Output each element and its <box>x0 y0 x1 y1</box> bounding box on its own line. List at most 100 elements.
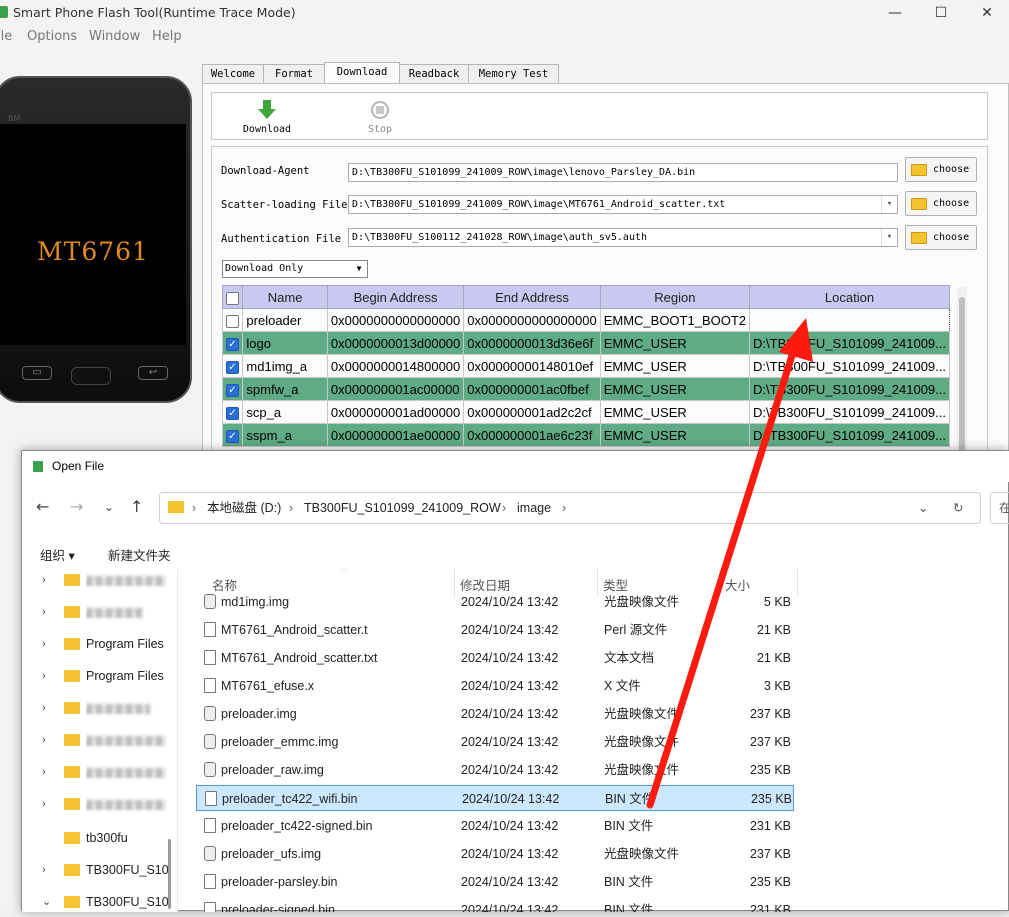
row-checkbox-checked[interactable]: ✓ <box>226 360 239 374</box>
sidebar-item[interactable]: › Program Files <box>22 629 178 659</box>
select-all-cell[interactable] <box>221 285 244 309</box>
sidebar-item[interactable]: › <box>22 565 178 595</box>
table-row[interactable]: ✓ sspm_a 0x000000001ae00000 0x000000001a… <box>221 423 950 447</box>
table-row[interactable]: ✓ md1img_a 0x0000000014800000 0x00000000… <box>221 354 950 378</box>
tab-memory-test[interactable]: Memory Test <box>468 64 559 84</box>
file-row[interactable]: md1img.img 2024/10/24 13:42 光盘映像文件 5 KB <box>196 589 794 615</box>
row-checkbox-cell[interactable]: ✓ <box>221 354 244 378</box>
row-checkbox-checked[interactable]: ✓ <box>226 337 239 351</box>
scatter-path[interactable]: D:\TB300FU_S101099_241009_ROW\image\MT67… <box>348 195 898 214</box>
sidebar-item[interactable]: › <box>22 725 178 755</box>
refresh-icon[interactable]: ↻ <box>953 493 963 523</box>
menu-window[interactable]: Window <box>89 29 140 44</box>
address-bar[interactable]: › 本地磁盘 (D:) › TB300FU_S101099_241009_ROW… <box>159 492 981 524</box>
table-row[interactable]: ✓ spmfw_a 0x000000001ac00000 0x000000001… <box>221 377 950 401</box>
chevron-right-icon[interactable]: › <box>42 597 46 627</box>
file-row[interactable]: preloader_tc422-signed.bin 2024/10/24 13:… <box>196 813 794 839</box>
forward-arrow-icon[interactable]: → <box>70 497 83 516</box>
download-agent-path[interactable]: D:\TB300FU_S101099_241009_ROW\image\leno… <box>348 163 898 182</box>
chevron-down-icon[interactable]: ▾ <box>881 196 897 213</box>
column-header-location[interactable]: Location <box>749 285 950 309</box>
chevron-right-icon[interactable]: › <box>42 661 46 691</box>
tab-format[interactable]: Format <box>263 64 325 84</box>
sidebar-item[interactable]: ⌄ TB300FU_S10 <box>22 887 178 917</box>
sidebar-item[interactable]: › <box>22 693 178 723</box>
choose-auth-button[interactable]: choose <box>905 225 977 250</box>
location[interactable]: D:\TB300FU_S101099_241009... <box>749 423 950 447</box>
row-checkbox-checked[interactable]: ✓ <box>226 429 239 443</box>
chevron-right-icon[interactable]: › <box>42 855 46 885</box>
auth-path[interactable]: D:\TB300FU_S100112_241028_ROW\image\auth… <box>348 228 898 247</box>
maximize-button[interactable]: ☐ <box>918 0 964 26</box>
sidebar-item[interactable]: › TB300FU_S10 <box>22 855 178 885</box>
file-row[interactable]: MT6761_Android_scatter.txt 2024/10/24 13:… <box>196 645 794 671</box>
menu-help[interactable]: Help <box>152 29 182 44</box>
breadcrumb-drive[interactable]: 本地磁盘 (D:) <box>207 493 281 523</box>
file-row[interactable]: preloader_raw.img 2024/10/24 13:42 光盘映像文件 2… <box>196 757 794 783</box>
row-checkbox-checked[interactable]: ✓ <box>226 406 239 420</box>
close-button[interactable]: ✕ <box>964 0 1009 26</box>
column-header-region[interactable]: Region <box>599 285 751 309</box>
new-folder-button[interactable]: 新建文件夹 <box>108 545 171 564</box>
search-input[interactable]: 在 <box>990 492 1009 524</box>
chevron-right-icon[interactable]: › <box>42 565 46 595</box>
chevron-right-icon[interactable]: › <box>42 693 46 723</box>
table-row[interactable]: ✓ logo 0x0000000013d00000 0x0000000013d3… <box>221 331 950 355</box>
file-row[interactable]: preloader.img 2024/10/24 13:42 光盘映像文件 237 K… <box>196 701 794 727</box>
back-arrow-icon[interactable]: ← <box>36 497 49 516</box>
row-checkbox-cell[interactable] <box>221 308 244 332</box>
chevron-down-icon[interactable]: ⌄ <box>918 493 928 523</box>
breadcrumb-folder[interactable]: TB300FU_S101099_241009_ROW <box>304 493 501 523</box>
file-row[interactable]: preloader_emmc.img 2024/10/24 13:42 光盘映像文件… <box>196 729 794 755</box>
menu-file[interactable]: ile <box>0 29 12 44</box>
row-checkbox-cell[interactable]: ✓ <box>221 423 244 447</box>
menu-options[interactable]: Options <box>27 29 77 44</box>
sidebar-item[interactable]: › <box>22 789 178 819</box>
row-checkbox-checked[interactable]: ✓ <box>226 383 239 397</box>
file-row[interactable]: preloader_ufs.img 2024/10/24 13:42 光盘映像文件 2… <box>196 841 794 867</box>
download-mode-select[interactable]: Download Only ▼ <box>222 260 368 278</box>
location[interactable]: D:\TB300FU_S101099_241009... <box>749 331 950 355</box>
chevron-down-icon[interactable]: ▾ <box>881 229 897 246</box>
tab-download[interactable]: Download <box>324 62 400 84</box>
tab-welcome[interactable]: Welcome <box>202 64 264 84</box>
location[interactable] <box>749 308 950 332</box>
file-row[interactable]: preloader-signed.bin 2024/10/24 13:42 BIN … <box>196 897 794 912</box>
location[interactable]: D:\TB300FU_S101099_241009... <box>749 377 950 401</box>
chevron-right-icon[interactable]: › <box>42 725 46 755</box>
row-checkbox-cell[interactable]: ✓ <box>221 331 244 355</box>
file-row-selected[interactable]: preloader_tc422_wifi.bin 2024/10/24 13:42… <box>196 785 794 811</box>
row-checkbox[interactable] <box>226 314 239 328</box>
row-checkbox-cell[interactable]: ✓ <box>221 400 244 424</box>
stop-button[interactable]: Stop <box>360 99 400 135</box>
chevron-down-icon[interactable]: ⌄ <box>104 500 114 514</box>
file-row[interactable]: preloader-parsley.bin 2024/10/24 13:42 BIN… <box>196 869 794 895</box>
column-header-end[interactable]: End Address <box>463 285 601 309</box>
sidebar-item[interactable]: › <box>22 757 178 787</box>
chevron-right-icon[interactable]: › <box>42 629 46 659</box>
file-row[interactable]: MT6761_efuse.x 2024/10/24 13:42 X 文件 3 KB <box>196 673 794 699</box>
column-header-name[interactable]: Name <box>242 285 328 309</box>
file-row[interactable]: MT6761_Android_scatter.t 2024/10/24 13:42… <box>196 617 794 643</box>
row-checkbox-cell[interactable]: ✓ <box>221 377 244 401</box>
sidebar-scrollbar[interactable] <box>168 839 171 909</box>
sidebar-item[interactable]: › Program Files <box>22 661 178 691</box>
chevron-right-icon[interactable]: › <box>42 757 46 787</box>
sidebar-item[interactable]: › <box>22 597 178 627</box>
chevron-right-icon[interactable]: › <box>42 789 46 819</box>
up-arrow-icon[interactable]: ↑ <box>130 497 143 516</box>
choose-scatter-button[interactable]: choose <box>905 191 977 216</box>
minimize-button[interactable]: — <box>872 0 918 26</box>
tab-readback[interactable]: Readback <box>399 64 469 84</box>
select-all-checkbox[interactable] <box>226 291 240 305</box>
sidebar-item[interactable]: tb300fu <box>22 823 178 853</box>
chevron-down-icon[interactable]: ⌄ <box>42 887 51 917</box>
column-divider[interactable] <box>797 569 798 597</box>
scrollbar-thumb[interactable] <box>959 297 965 457</box>
organize-button[interactable]: 组织 ▾ <box>40 545 75 564</box>
column-header-begin[interactable]: Begin Address <box>326 285 465 309</box>
table-row[interactable]: ✓ scp_a 0x000000001ad00000 0x000000001ad… <box>221 400 950 424</box>
table-row[interactable]: preloader 0x0000000000000000 0x000000000… <box>221 308 950 332</box>
breadcrumb-image[interactable]: image <box>517 493 551 523</box>
choose-da-button[interactable]: choose <box>905 157 977 182</box>
